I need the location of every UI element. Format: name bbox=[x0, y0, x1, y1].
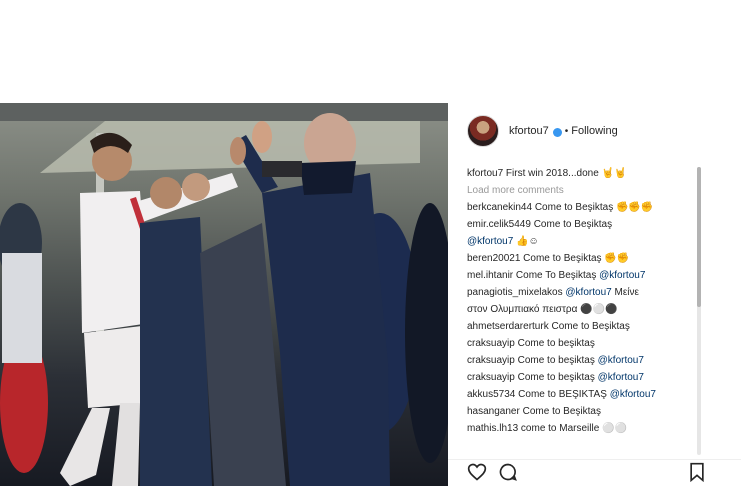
comments-list[interactable]: kfortou7 First win 2018...done 🤘🤘 Load m… bbox=[467, 165, 697, 457]
comment-text: Come to Beşiktaş bbox=[551, 321, 630, 332]
comment-username[interactable]: craksuayip bbox=[467, 338, 515, 349]
comment-continuation: @kfortou7 👍☺ bbox=[467, 233, 697, 250]
caption: kfortou7 First win 2018...done 🤘🤘 bbox=[467, 165, 697, 182]
separator-dot: • bbox=[564, 125, 569, 137]
comment-text: Come to beşiktaş bbox=[517, 338, 595, 349]
comment-text: Come To Beşiktaş bbox=[515, 270, 597, 281]
comment-username[interactable]: akkus5734 bbox=[467, 389, 515, 400]
comment-text: Come to BEŞIKTAŞ bbox=[518, 389, 607, 400]
post-side-panel: kfortou7 • Following kfortou7 First win … bbox=[448, 103, 741, 486]
comment-username[interactable]: mel.ihtanir bbox=[467, 270, 513, 281]
comment-mention[interactable]: @kfortou7 bbox=[598, 355, 644, 366]
comment: craksuayip Come to beşiktaş @kfortou7 bbox=[467, 369, 697, 386]
comment-text: come to Marseille ⚪⚪ bbox=[520, 423, 627, 434]
comment: craksuayip Come to beşiktaş bbox=[467, 335, 697, 352]
divider bbox=[448, 459, 741, 460]
post-username[interactable]: kfortou7 bbox=[509, 125, 549, 137]
comment-text: Come to Beşiktaş ✊✊ bbox=[523, 253, 630, 264]
comment: akkus5734 Come to BEŞIKTAŞ @kfortou7 bbox=[467, 386, 697, 403]
comment-text: στον Ολυμπιακό πειστρα ⚫⚪⚫ bbox=[467, 304, 618, 315]
comment-username[interactable]: mathis.lh13 bbox=[467, 423, 518, 434]
comment-continuation: στον Ολυμπιακό πειστρα ⚫⚪⚫ bbox=[467, 301, 697, 318]
comment-username[interactable]: beren20021 bbox=[467, 253, 520, 264]
comment-text: Come to beşiktaş bbox=[517, 372, 595, 383]
comment-username[interactable]: hasanganer bbox=[467, 406, 520, 417]
comment-text: Come to Beşiktaş bbox=[522, 406, 601, 417]
comment-mention[interactable]: @kfortou7 bbox=[467, 236, 513, 247]
comment: craksuayip Come to beşiktaş @kfortou7 bbox=[467, 352, 697, 369]
comment-text: 👍☺ bbox=[516, 236, 539, 247]
post-photo[interactable] bbox=[0, 103, 448, 486]
comment-mention[interactable]: @kfortou7 bbox=[599, 270, 645, 281]
comment-mention[interactable]: @kfortou7 bbox=[565, 287, 611, 298]
comment: emir.celik5449 Come to Beşiktaş bbox=[467, 216, 697, 233]
comment: mathis.lh13 come to Marseille ⚪⚪ bbox=[467, 420, 697, 437]
post-header: kfortou7 • Following bbox=[448, 103, 741, 159]
comment: berkcanekin44 Come to Beşiktaş ✊✊✊ bbox=[467, 199, 697, 216]
comment-mention[interactable]: @kfortou7 bbox=[610, 389, 656, 400]
caption-text: First win 2018...done 🤘🤘 bbox=[505, 168, 627, 179]
comment-text: Come to Beşiktaş bbox=[533, 219, 613, 230]
heart-icon[interactable] bbox=[467, 462, 487, 482]
bookmark-icon[interactable] bbox=[687, 462, 707, 483]
comment-username[interactable]: panagiotis_mixelakos bbox=[467, 287, 563, 298]
comment-username[interactable]: berkcanekin44 bbox=[467, 202, 532, 213]
avatar[interactable] bbox=[467, 115, 499, 147]
comment-username[interactable]: craksuayip bbox=[467, 372, 515, 383]
comment-text: Μείνε bbox=[614, 287, 639, 298]
comment: ahmetserdarerturk Come to Beşiktaş bbox=[467, 318, 697, 335]
comment-username[interactable]: craksuayip bbox=[467, 355, 515, 366]
comment: mel.ihtanir Come To Beşiktaş @kfortou7 bbox=[467, 267, 697, 284]
comment-username[interactable]: ahmetserdarerturk bbox=[467, 321, 549, 332]
comment-text: Come to beşiktaş bbox=[517, 355, 595, 366]
following-button[interactable]: Following bbox=[571, 125, 617, 137]
post-actions bbox=[467, 462, 707, 484]
comment: beren20021 Come to Beşiktaş ✊✊ bbox=[467, 250, 697, 267]
verified-icon bbox=[552, 127, 562, 137]
comment-mention[interactable]: @kfortou7 bbox=[598, 372, 644, 383]
comment-icon[interactable] bbox=[498, 462, 518, 482]
comment: panagiotis_mixelakos @kfortou7 Μείνε bbox=[467, 284, 697, 301]
photo-illustration bbox=[0, 103, 448, 486]
load-more-comments[interactable]: Load more comments bbox=[467, 182, 697, 199]
caption-username[interactable]: kfortou7 bbox=[467, 168, 503, 179]
comments-scrollbar[interactable] bbox=[697, 167, 701, 455]
scrollbar-thumb[interactable] bbox=[697, 167, 701, 307]
comment-text: Come to Beşiktaş ✊✊✊ bbox=[534, 202, 654, 213]
comment: hasanganer Come to Beşiktaş bbox=[467, 403, 697, 420]
comment-username[interactable]: emir.celik5449 bbox=[467, 219, 531, 230]
